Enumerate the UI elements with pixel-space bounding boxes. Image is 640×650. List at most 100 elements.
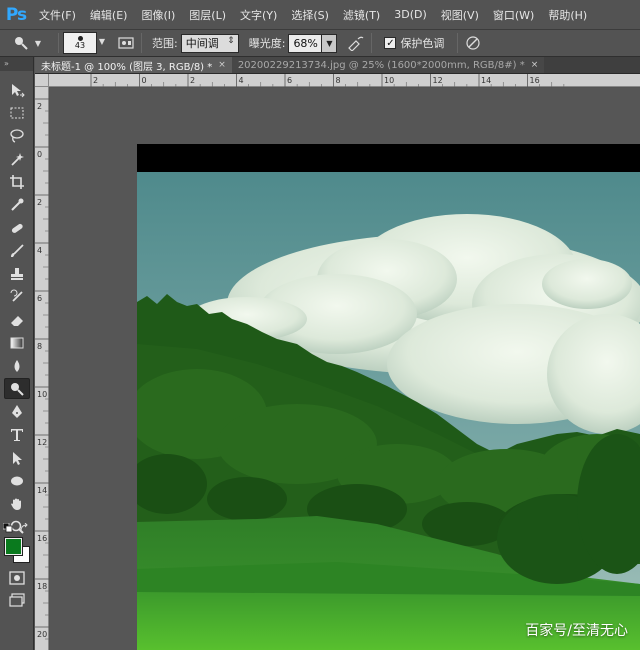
brush-size-picker[interactable]: 43 ▼ — [63, 32, 105, 54]
ruler-origin[interactable] — [35, 74, 49, 87]
lasso-tool[interactable] — [4, 125, 30, 146]
ruler-tick-label: 4 — [239, 76, 244, 85]
exposure-slider-button[interactable]: ▼ — [322, 33, 338, 53]
photoshop-logo: Ps — [5, 4, 27, 25]
tab-label: 20200229213734.jpg @ 25% (1600*2000mm, R… — [237, 59, 525, 71]
ruler-tick-label: 2 — [93, 76, 98, 85]
foreground-color-swatch[interactable] — [4, 537, 23, 556]
close-icon[interactable]: × — [218, 60, 226, 70]
dodge-icon — [11, 382, 24, 396]
history-brush-tool[interactable] — [4, 286, 30, 307]
chevron-down-icon: ▼ — [98, 37, 105, 46]
ruler-tick-label: 6 — [287, 76, 292, 85]
protect-tones-checkbox[interactable]: ✓ — [384, 37, 397, 49]
ruler-tick-label: 8 — [336, 76, 341, 85]
quick-mask-icon — [9, 570, 25, 585]
magic-wand-icon — [11, 152, 24, 166]
ruler-tick-label: 10 — [37, 390, 47, 399]
swap-colors-icon[interactable] — [20, 523, 30, 533]
ruler-tick-label: 16 — [530, 76, 540, 85]
vertical-ruler-ticks: 202468101214161820 — [35, 98, 49, 640]
type-tool[interactable] — [4, 424, 30, 445]
hand-tool[interactable] — [4, 493, 30, 514]
document-canvas[interactable]: 百家号/至清无心 — [137, 144, 640, 650]
options-bar: ▼ 43 ▼ 范围: 中间调 ⇕ 曝光度: 68% ▼ ✓ 保护色调 — [0, 30, 640, 57]
range-label: 范围: — [152, 37, 178, 50]
tab-untitled-1[interactable]: 未标题-1 @ 100% (图层 3, RGB/8) * × — [35, 57, 232, 73]
menu-edit[interactable]: 编辑(E) — [83, 0, 135, 30]
divider — [457, 33, 459, 53]
blur-tool[interactable] — [4, 355, 30, 376]
brush-panel-button[interactable] — [115, 32, 137, 54]
ruler-tick-label: 14 — [37, 486, 47, 495]
exposure-input[interactable]: 68% — [288, 33, 323, 53]
document-tabs: 未标题-1 @ 100% (图层 3, RGB/8) * × 202002292… — [35, 57, 640, 74]
menu-select[interactable]: 选择(S) — [284, 0, 336, 30]
menu-window[interactable]: 窗口(W) — [486, 0, 541, 30]
ellipse-tool[interactable] — [4, 470, 30, 491]
ruler-tick-label: 2 — [37, 198, 42, 207]
airbrush-button[interactable] — [345, 32, 367, 54]
quick-mask-button[interactable] — [4, 567, 30, 588]
ruler-tick-label: 14 — [481, 76, 491, 85]
screen-mode-button[interactable] — [4, 589, 30, 610]
menu-image[interactable]: 图像(I) — [134, 0, 182, 30]
path-select-tool[interactable] — [4, 447, 30, 468]
horizontal-ruler[interactable]: 2 0 2 4 6 8 10 12 14 16 — [49, 74, 640, 87]
dodge-icon — [14, 37, 28, 50]
screen-mode-icon — [9, 592, 25, 607]
exposure-label: 曝光度: — [248, 37, 286, 50]
toolbox-collapse[interactable]: » — [0, 57, 33, 71]
landscape-photo — [137, 144, 640, 650]
tab-photo-jpg[interactable]: 20200229213734.jpg @ 25% (1600*2000mm, R… — [231, 57, 545, 73]
dodge-tool[interactable] — [4, 378, 30, 399]
hand-icon — [11, 498, 21, 510]
menu-layer[interactable]: 图层(L) — [182, 0, 233, 30]
airbrush-icon — [348, 36, 364, 51]
menu-type[interactable]: 文字(Y) — [233, 0, 284, 30]
path-select-icon — [13, 451, 22, 465]
updown-caret-icon: ⇕ — [227, 35, 235, 46]
menu-view[interactable]: 视图(V) — [434, 0, 486, 30]
tool-preset-picker[interactable]: ▼ — [0, 30, 54, 57]
menu-file[interactable]: 文件(F) — [32, 0, 83, 30]
healing-tool[interactable] — [4, 217, 30, 238]
divider — [58, 33, 59, 53]
vertical-ruler[interactable]: 2 0 2 4 6 8 10 12 14 16 18 20 — [35, 87, 49, 650]
menu-help[interactable]: 帮助(H) — [541, 0, 594, 30]
brush-size-value: 43 — [74, 41, 86, 50]
ruler-tick-label: 18 — [37, 582, 47, 591]
brush-tool[interactable] — [4, 240, 30, 261]
eyedropper-tool[interactable] — [4, 194, 30, 215]
range-select[interactable]: 中间调 ⇕ — [180, 33, 239, 53]
marquee-tool[interactable] — [4, 102, 30, 123]
default-colors-icon[interactable] — [3, 523, 13, 533]
ruler-tick-label: 2 — [37, 102, 42, 111]
magic-wand-tool[interactable] — [4, 148, 30, 169]
crop-tool[interactable] — [4, 171, 30, 192]
menu-filter[interactable]: 滤镜(T) — [336, 0, 387, 30]
eraser-icon — [11, 315, 23, 326]
menu-3d[interactable]: 3D(D) — [387, 0, 434, 30]
ruler-tick-label: 4 — [37, 246, 42, 255]
ruler-tick-label: 10 — [384, 76, 394, 85]
gradient-tool[interactable] — [4, 332, 30, 353]
pressure-size-button[interactable] — [462, 32, 484, 54]
pen-icon — [12, 404, 22, 418]
eraser-tool[interactable] — [4, 309, 30, 330]
pen-tool[interactable] — [4, 401, 30, 422]
ruler-tick-label: 12 — [37, 438, 47, 447]
move-tool[interactable] — [4, 79, 30, 100]
menu-bar: Ps 文件(F) 编辑(E) 图像(I) 图层(L) 文字(Y) 选择(S) 滤… — [0, 0, 640, 30]
close-icon[interactable]: × — [531, 60, 539, 70]
horizontal-ruler-ticks: 2 0 2 4 6 8 10 12 14 16 — [90, 74, 565, 87]
ruler-tick-label: 16 — [37, 534, 47, 543]
gradient-icon — [10, 337, 24, 348]
brush-icon — [11, 243, 24, 257]
history-brush-icon — [10, 289, 23, 302]
stamp-tool[interactable] — [4, 263, 30, 284]
ruler-tick-label: 0 — [37, 150, 42, 159]
ruler-tick-label: 8 — [37, 342, 42, 351]
chevron-down-icon: ▼ — [34, 38, 42, 48]
crop-icon — [10, 174, 24, 189]
